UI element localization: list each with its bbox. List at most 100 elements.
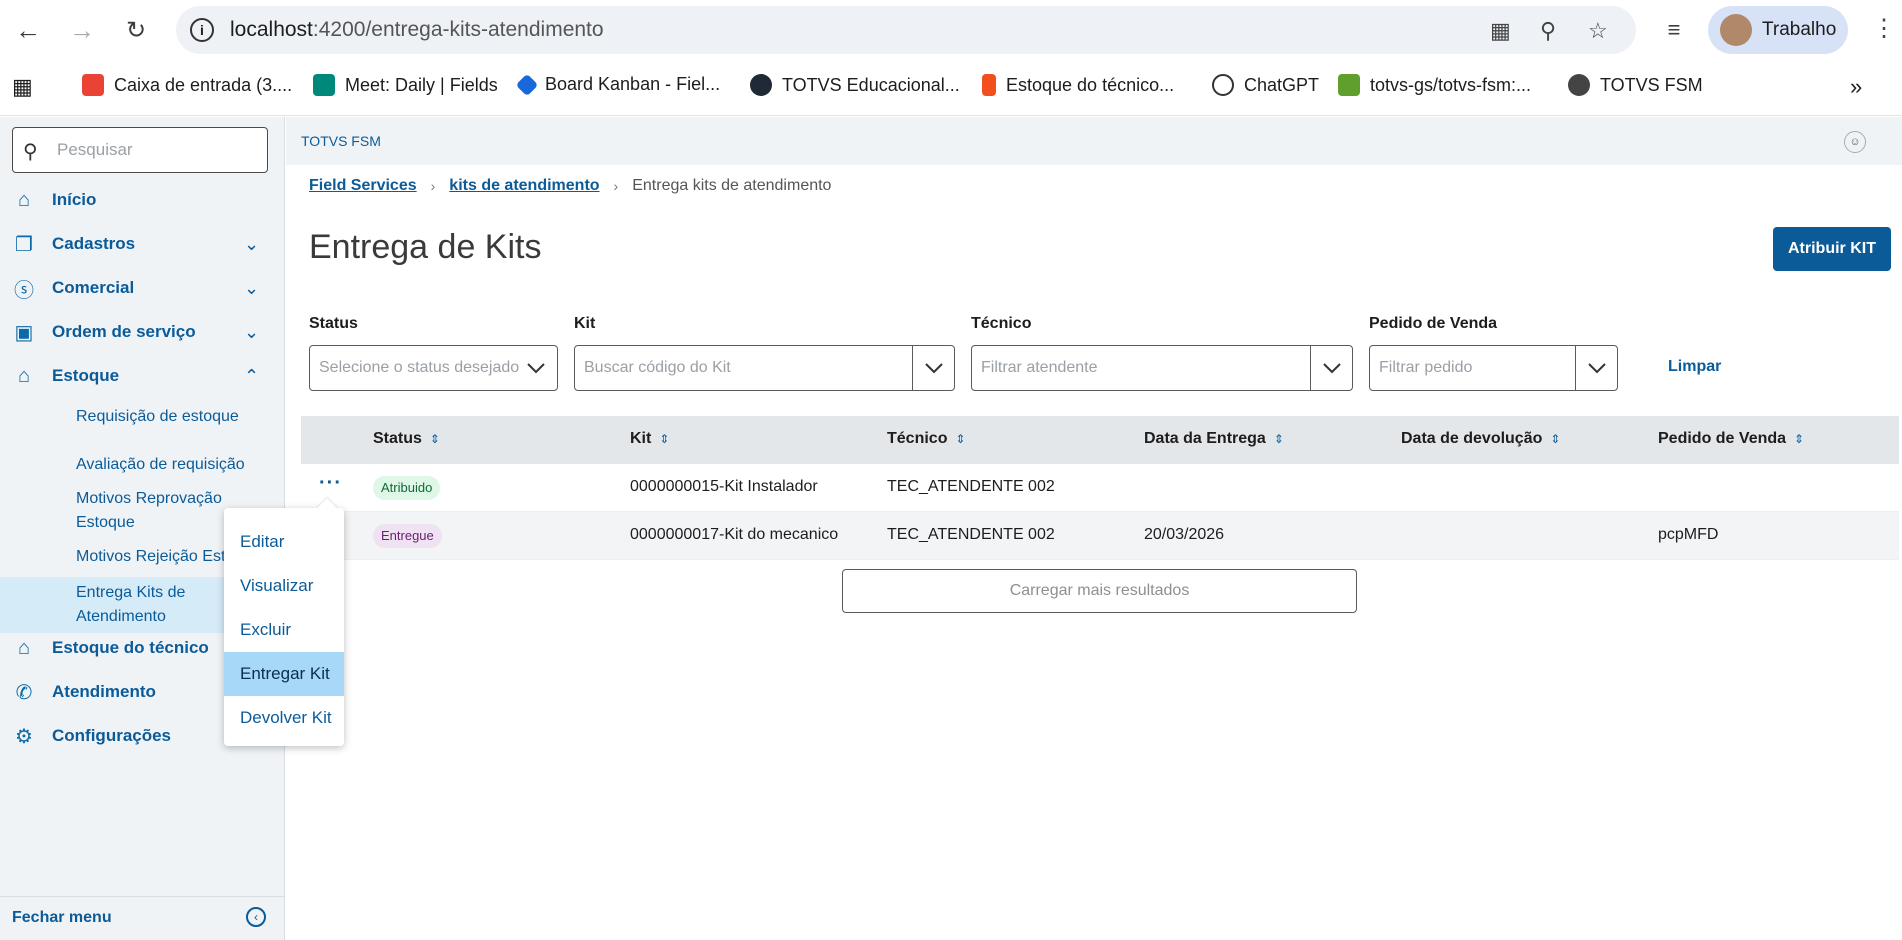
- column-header-tecnico[interactable]: Técnico ⇕: [887, 430, 966, 448]
- tecnico-filter-input[interactable]: Filtrar atendente: [971, 345, 1353, 391]
- bookmark-meet[interactable]: Meet: Daily | Fields: [313, 74, 498, 96]
- sort-icon[interactable]: ⇕: [1794, 432, 1804, 446]
- column-header-label: Pedido de Venda: [1658, 430, 1787, 447]
- breadcrumb-link-field-services[interactable]: Field Services: [309, 177, 417, 195]
- apps-grid-icon[interactable]: ▦: [12, 74, 33, 100]
- warehouse-icon: ⌂: [17, 364, 31, 387]
- column-header-data-devolucao[interactable]: Data de devolução ⇕: [1401, 430, 1560, 448]
- totvs-icon: [750, 74, 772, 96]
- cell-tecnico: TEC_ATENDENTE 002: [887, 478, 1055, 495]
- chevron-down-icon[interactable]: ⌄: [244, 322, 259, 343]
- chevron-down-icon[interactable]: [1575, 346, 1617, 390]
- menu-item-entregar-kit[interactable]: Entregar Kit: [224, 652, 344, 696]
- sidebar-subitem-requisicao[interactable]: Requisição de estoque: [0, 405, 285, 429]
- sort-icon[interactable]: ⇕: [430, 432, 440, 446]
- bookmark-board-kanban[interactable]: Board Kanban - Fiel...: [515, 73, 720, 96]
- sidebar-item-estoque[interactable]: ⌂ Estoque ⌃: [0, 356, 285, 396]
- media-control-icon[interactable]: ≡: [1656, 12, 1692, 48]
- row-actions-icon[interactable]: ···: [319, 472, 342, 495]
- chevron-down-icon[interactable]: ⌄: [244, 234, 259, 255]
- forward-icon[interactable]: →: [64, 12, 100, 48]
- bookmark-label: ChatGPT: [1244, 74, 1320, 95]
- bookmark-chatgpt[interactable]: ChatGPT: [1212, 74, 1319, 96]
- totvs-fsm-icon: [1568, 74, 1590, 96]
- back-icon[interactable]: ←: [10, 12, 46, 48]
- pedido-filter-input[interactable]: Filtrar pedido: [1369, 345, 1618, 391]
- url-text[interactable]: localhost:4200/entrega-kits-atendimento: [230, 18, 604, 42]
- column-header-label: Data de devolução: [1401, 430, 1543, 447]
- chevron-down-icon[interactable]: ⌄: [244, 278, 259, 299]
- column-header-status[interactable]: Status ⇕: [373, 430, 440, 448]
- zoom-icon[interactable]: ⚲: [1540, 18, 1556, 44]
- address-bar[interactable]: i localhost:4200/entrega-kits-atendiment…: [176, 6, 1636, 54]
- more-bookmarks-icon[interactable]: »: [1850, 74, 1862, 100]
- sidebar-footer[interactable]: Fechar menu ‹: [0, 896, 285, 940]
- translate-icon[interactable]: ▦: [1490, 18, 1511, 44]
- sidebar-item-label: Atendimento: [52, 682, 156, 701]
- app-header: TOTVS FSM ☺: [286, 117, 1902, 165]
- sidebar-item-comercial[interactable]: ⓢ Comercial ⌄: [0, 268, 285, 308]
- sort-icon[interactable]: ⇕: [1550, 432, 1560, 446]
- sidebar-item-label: Configurações: [52, 726, 172, 745]
- sidebar-item-ordem-de-servico[interactable]: ▣ Ordem de serviço ⌄: [0, 312, 285, 352]
- clear-filters-button[interactable]: Limpar: [1668, 358, 1721, 376]
- menu-item-visualizar[interactable]: Visualizar: [224, 564, 344, 608]
- column-header-kit[interactable]: Kit ⇕: [630, 430, 669, 448]
- toolbox-icon: ▣: [14, 321, 34, 344]
- table-header: Status ⇕ Kit ⇕ Técnico ⇕ Data da Entrega ⇕ D…: [301, 416, 1899, 464]
- status-badge: Atribuido: [373, 476, 441, 500]
- table-row: ··· Atribuido 0000000015-Kit Instalador …: [301, 464, 1899, 512]
- menu-item-label: Editar: [240, 532, 285, 551]
- column-header-pedido[interactable]: Pedido de Venda ⇕: [1658, 430, 1804, 448]
- column-header-label: Status: [373, 430, 422, 447]
- sidebar-subitem-avaliacao[interactable]: Avaliação de requisição: [0, 453, 285, 477]
- menu-item-editar[interactable]: Editar: [224, 520, 344, 564]
- sort-icon[interactable]: ⇕: [955, 432, 965, 446]
- row-actions-menu: Editar Visualizar Excluir Entregar Kit D…: [224, 498, 344, 746]
- bookmark-label: TOTVS FSM: [1600, 74, 1703, 95]
- chevron-down-icon[interactable]: [515, 346, 557, 390]
- sort-icon[interactable]: ⇕: [659, 432, 669, 446]
- bookmark-totvs-fsm[interactable]: TOTVS FSM: [1568, 74, 1703, 96]
- chevron-down-icon[interactable]: [912, 346, 954, 390]
- phone-icon: ✆: [15, 681, 33, 704]
- chevron-up-icon[interactable]: ⌃: [244, 366, 259, 387]
- column-header-data-entrega[interactable]: Data da Entrega ⇕: [1144, 430, 1284, 448]
- reload-icon[interactable]: ↻: [118, 12, 154, 48]
- user-icon[interactable]: ☺: [1844, 131, 1866, 153]
- bookmark-gmail[interactable]: Caixa de entrada (3....: [82, 74, 292, 96]
- sidebar-subitem-label: Avaliação de requisição: [76, 456, 245, 473]
- bookmark-figma[interactable]: Estoque do técnico...: [982, 74, 1174, 96]
- close-menu-label: Fechar menu: [12, 909, 112, 926]
- breadcrumb-link-kits[interactable]: kits de atendimento: [449, 177, 599, 195]
- search-input[interactable]: [57, 138, 257, 162]
- brand-name: TOTVS FSM: [301, 133, 381, 149]
- bookmark-totvs-educacional[interactable]: TOTVS Educacional...: [750, 74, 960, 96]
- bookmark-star-icon[interactable]: ☆: [1588, 18, 1608, 44]
- sort-icon[interactable]: ⇕: [1274, 432, 1284, 446]
- menu-item-excluir[interactable]: Excluir: [224, 608, 344, 652]
- assign-kit-button[interactable]: Atribuir KIT: [1773, 227, 1891, 271]
- chevron-down-icon[interactable]: [1310, 346, 1352, 390]
- sidebar-search[interactable]: ⚲: [12, 127, 268, 173]
- repo-icon: [1338, 74, 1360, 96]
- status-filter-select[interactable]: Selecione o status desejado: [309, 345, 558, 391]
- menu-item-devolver-kit[interactable]: Devolver Kit: [224, 696, 344, 740]
- status-filter-label: Status: [309, 315, 358, 332]
- pedido-filter-placeholder: Filtrar pedido: [1379, 359, 1473, 376]
- site-info-icon[interactable]: i: [190, 18, 214, 42]
- sidebar-item-inicio[interactable]: ⌂ Início: [0, 180, 285, 220]
- sidebar-item-cadastros[interactable]: ❐ Cadastros ⌄: [0, 224, 285, 264]
- browser-toolbar: ← → ↻ i localhost:4200/entrega-kits-aten…: [0, 0, 1902, 116]
- browser-menu-icon[interactable]: ⋮: [1872, 14, 1896, 43]
- menu-item-label: Excluir: [240, 620, 292, 639]
- kit-filter-input[interactable]: Buscar código do Kit: [574, 345, 955, 391]
- menu-item-label: Entregar Kit: [240, 664, 330, 683]
- kit-filter-placeholder: Buscar código do Kit: [584, 359, 731, 376]
- load-more-button[interactable]: Carregar mais resultados: [842, 569, 1357, 613]
- url-host: localhost: [230, 18, 313, 41]
- profile-button[interactable]: Trabalho: [1708, 6, 1848, 54]
- column-header-label: Técnico: [887, 430, 948, 447]
- bookmark-gitlab[interactable]: totvs-gs/totvs-fsm:...: [1338, 74, 1531, 96]
- collapse-icon[interactable]: ‹: [246, 907, 266, 927]
